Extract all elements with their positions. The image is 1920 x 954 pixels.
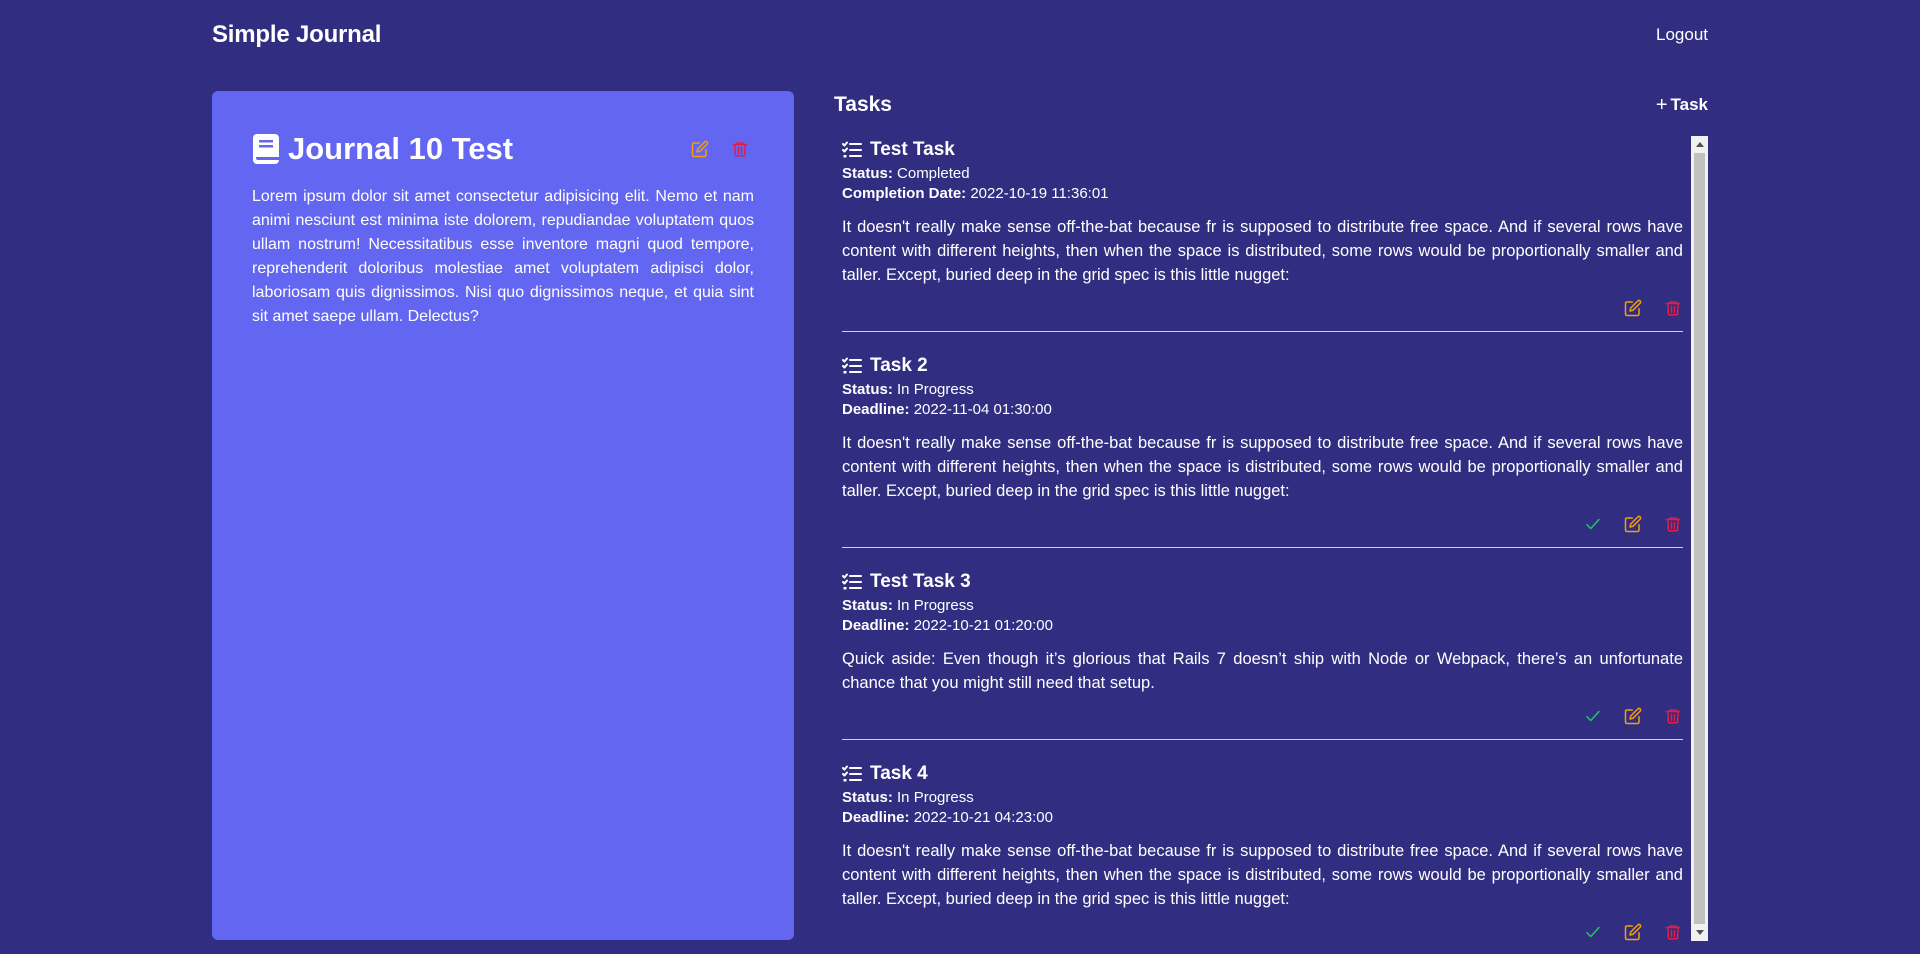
trash-icon: [1665, 709, 1681, 724]
tasks-panel: Tasks + Task Test Task Status: Completed…: [834, 91, 1708, 941]
task-date-label: Deadline:: [842, 617, 910, 634]
complete-task-button[interactable]: [1583, 922, 1603, 941]
journal-card: Journal 10 Test Lorem ipsum dolor sit am…: [212, 91, 794, 940]
task-title-row: Task 4: [842, 760, 1683, 788]
task-actions: [842, 695, 1683, 739]
book-icon: [252, 133, 280, 165]
tasks-title: Tasks: [834, 93, 892, 116]
logout-link[interactable]: Logout: [1656, 25, 1708, 45]
add-task-label: Task: [1670, 95, 1709, 114]
task-date-value: 2022-10-21 01:20:00: [913, 617, 1053, 634]
task-status: Status: In Progress: [842, 788, 1683, 808]
trash-icon: [732, 142, 748, 157]
task-status-label: Status:: [842, 165, 893, 182]
task-status: Status: In Progress: [842, 596, 1683, 616]
task-date-label: Deadline:: [842, 809, 910, 826]
task-status-label: Status:: [842, 597, 893, 614]
delete-task-button[interactable]: [1663, 922, 1683, 941]
task-date-label: Completion Date:: [842, 185, 967, 202]
delete-task-button[interactable]: [1663, 298, 1683, 318]
edit-task-button[interactable]: [1623, 514, 1643, 534]
task-title: Test Task 3: [870, 571, 971, 592]
task-status-value: In Progress: [897, 789, 974, 806]
task-date-value: 2022-11-04 01:30:00: [913, 401, 1052, 418]
task-status-label: Status:: [842, 381, 893, 398]
checklist-icon: [842, 764, 862, 784]
edit-icon: [1624, 923, 1642, 941]
delete-task-button[interactable]: [1663, 706, 1683, 726]
task-actions: [842, 911, 1683, 941]
edit-icon: [691, 140, 709, 158]
journal-actions: [690, 139, 750, 159]
task-status: Status: In Progress: [842, 380, 1683, 400]
task-title-row: Test Task: [842, 136, 1683, 164]
check-icon: [1586, 518, 1600, 530]
complete-task-button[interactable]: [1583, 706, 1603, 726]
task-item: Test Task Status: Completed Completion D…: [842, 136, 1683, 332]
task-actions: [842, 503, 1683, 547]
add-task-button[interactable]: + Task: [1656, 95, 1708, 115]
task-description: Quick aside: Even though it’s glorious t…: [842, 650, 1683, 692]
journal-title: Journal 10 Test: [288, 131, 514, 166]
task-date: Completion Date: 2022-10-19 11:36:01: [842, 184, 1683, 204]
task-date: Deadline: 2022-10-21 04:23:00: [842, 808, 1683, 828]
checklist-icon: [842, 572, 862, 592]
top-bar: Simple Journal Logout: [212, 0, 1708, 70]
task-title-row: Test Task 3: [842, 568, 1683, 596]
plus-icon: +: [1655, 94, 1668, 116]
task-date-label: Deadline:: [842, 401, 910, 418]
task-description: It doesn't really make sense off-the-bat…: [842, 842, 1683, 908]
task-date-value: 2022-10-21 04:23:00: [913, 809, 1053, 826]
task-description: It doesn't really make sense off-the-bat…: [842, 218, 1683, 284]
edit-icon: [1624, 707, 1642, 725]
tasks-header: Tasks + Task: [834, 91, 1708, 119]
task-description: It doesn't really make sense off-the-bat…: [842, 434, 1683, 500]
delete-journal-button[interactable]: [730, 139, 750, 159]
task-status-value: In Progress: [897, 597, 974, 614]
edit-task-button[interactable]: [1623, 706, 1643, 726]
journal-header: Journal 10 Test: [252, 131, 754, 167]
task-date: Deadline: 2022-10-21 01:20:00: [842, 616, 1683, 636]
task-actions: [842, 287, 1683, 331]
task-date: Deadline: 2022-11-04 01:30:00: [842, 400, 1683, 420]
task-status-value: Completed: [897, 165, 970, 182]
app-title[interactable]: Simple Journal: [212, 21, 381, 49]
edit-task-button[interactable]: [1623, 298, 1643, 318]
task-title-row: Task 2: [842, 352, 1683, 380]
complete-task-button[interactable]: [1583, 514, 1603, 534]
tasks-scroll-area[interactable]: Test Task Status: Completed Completion D…: [834, 136, 1708, 941]
journal-body: Lorem ipsum dolor sit amet consectetur a…: [252, 188, 754, 325]
trash-icon: [1665, 301, 1681, 316]
edit-icon: [1624, 515, 1642, 533]
task-item: Task 2 Status: In Progress Deadline: 202…: [842, 332, 1683, 548]
delete-task-button[interactable]: [1663, 514, 1683, 534]
task-title: Task 4: [870, 763, 928, 784]
check-icon: [1586, 710, 1600, 722]
task-title: Test Task: [870, 139, 955, 160]
task-title: Task 2: [870, 355, 928, 376]
edit-journal-button[interactable]: [690, 139, 710, 159]
task-item: Task 4 Status: In Progress Deadline: 202…: [842, 740, 1683, 941]
edit-task-button[interactable]: [1623, 922, 1643, 941]
check-icon: [1586, 926, 1600, 938]
scrollbar-thumb[interactable]: [1694, 153, 1705, 924]
task-item: Test Task 3 Status: In Progress Deadline…: [842, 548, 1683, 740]
journal-title-wrap: Journal 10 Test: [252, 131, 513, 167]
trash-icon: [1665, 925, 1681, 940]
tasks-list: Test Task Status: Completed Completion D…: [842, 136, 1683, 941]
edit-icon: [1624, 299, 1642, 317]
scroll-down-arrow[interactable]: [1691, 924, 1708, 941]
task-status: Status: Completed: [842, 164, 1683, 184]
checklist-icon: [842, 356, 862, 376]
task-date-value: 2022-10-19 11:36:01: [970, 185, 1109, 202]
scrollbar[interactable]: [1691, 136, 1708, 941]
checklist-icon: [842, 140, 862, 160]
task-status-label: Status:: [842, 789, 893, 806]
scroll-up-arrow[interactable]: [1691, 136, 1708, 153]
trash-icon: [1665, 517, 1681, 532]
task-status-value: In Progress: [897, 381, 974, 398]
